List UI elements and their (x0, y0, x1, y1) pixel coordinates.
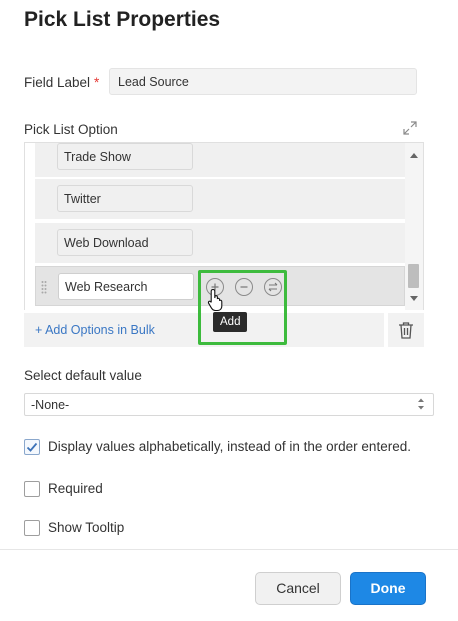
required-checkbox[interactable] (24, 481, 40, 497)
show-tooltip-label: Show Tooltip (48, 520, 125, 535)
required-label: Required (48, 481, 103, 496)
field-label-input[interactable]: Lead Source (109, 68, 417, 95)
option-input[interactable]: Trade Show (57, 143, 193, 170)
option-input[interactable]: Twitter (57, 185, 193, 212)
done-button[interactable]: Done (350, 572, 426, 605)
options-scrollbar[interactable] (405, 143, 423, 310)
select-arrows-icon (418, 398, 424, 410)
alphabetical-label: Display values alphabetically, instead o… (48, 439, 411, 454)
list-item: Twitter (35, 179, 405, 219)
drag-handle-icon[interactable] (41, 280, 47, 294)
add-options-bulk-link[interactable]: + Add Options in Bulk (35, 323, 155, 337)
option-input[interactable]: Web Download (57, 229, 193, 256)
field-label-text: Field Label (24, 75, 91, 90)
default-value-text: -None- (31, 398, 70, 412)
checkmark-icon (26, 442, 38, 452)
show-tooltip-checkbox[interactable] (24, 520, 40, 536)
list-item: Web Download (35, 223, 405, 263)
cancel-button[interactable]: Cancel (255, 572, 341, 605)
option-input[interactable]: Web Research (58, 273, 194, 300)
add-tooltip: Add (213, 312, 248, 332)
page-title: Pick List Properties (24, 8, 221, 31)
delete-options-button[interactable] (388, 313, 424, 347)
default-value-label: Select default value (24, 368, 142, 383)
default-value-select[interactable]: -None- (24, 393, 434, 416)
list-item: Trade Show (35, 143, 405, 177)
scroll-up-icon[interactable] (410, 153, 418, 158)
required-asterisk: * (94, 75, 100, 90)
trash-icon (399, 322, 413, 339)
pick-list-title: Pick List Option (24, 122, 118, 137)
expand-icon[interactable] (403, 121, 417, 135)
scroll-thumb[interactable] (408, 264, 419, 288)
footer-divider (0, 549, 458, 550)
field-label-caption: Field Label * (24, 75, 99, 90)
scroll-down-icon[interactable] (410, 296, 418, 301)
hand-cursor-icon (207, 288, 227, 312)
alphabetical-checkbox[interactable] (24, 439, 40, 455)
